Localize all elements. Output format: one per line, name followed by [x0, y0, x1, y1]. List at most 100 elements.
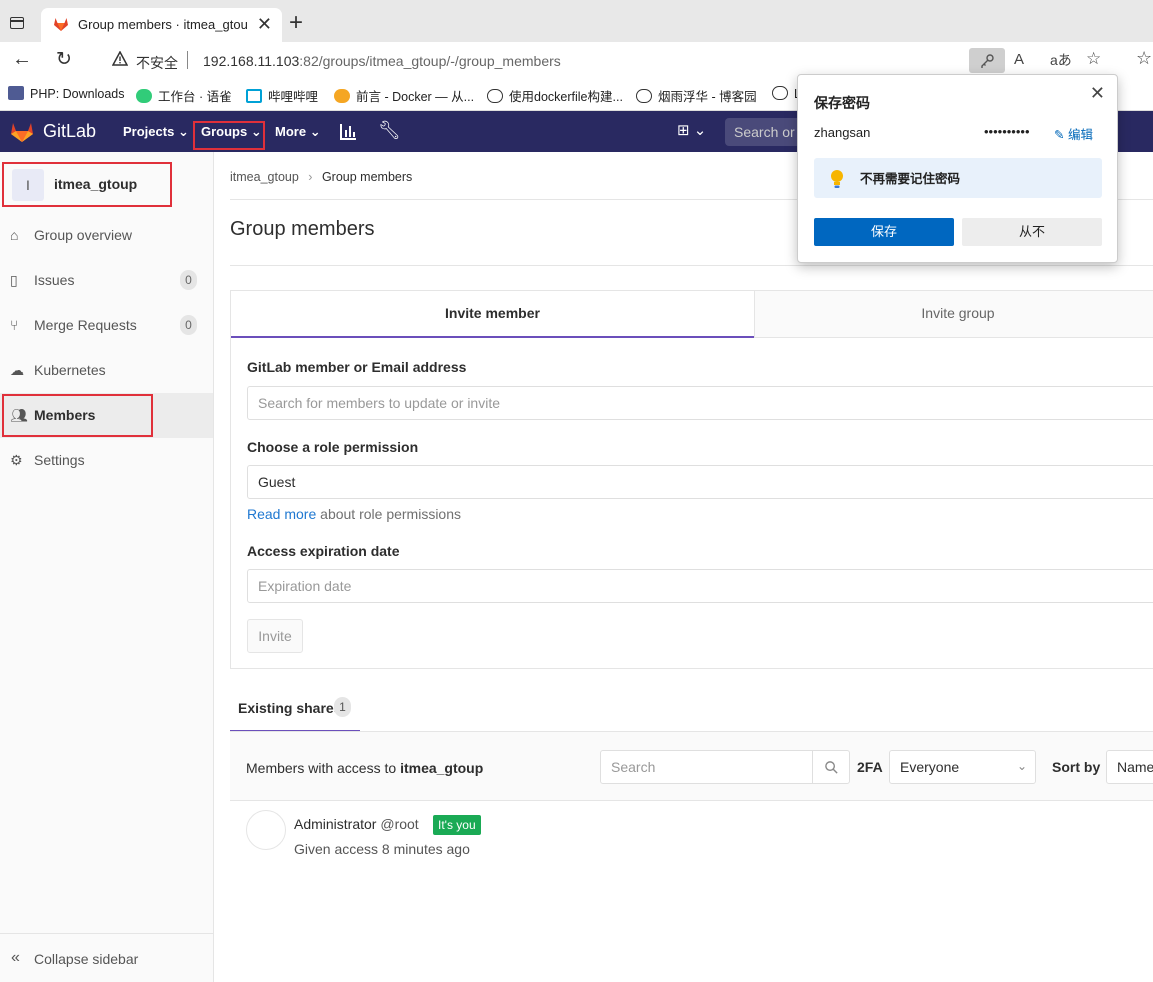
members-access-text: Members with access to itmea_gtoup — [246, 760, 484, 776]
sort-by-label: Sort by — [1052, 759, 1101, 775]
key-icon — [981, 54, 994, 68]
merge-request-icon: ⑂ — [10, 317, 19, 333]
bilibili-icon — [246, 89, 262, 103]
group-avatar: I — [12, 169, 44, 201]
collapse-sidebar-button[interactable]: « Collapse sidebar — [0, 933, 213, 982]
tab-title: Group members · itmea_gtoup · GitLab — [78, 17, 248, 32]
member-row: Administrator @root It's you Given acces… — [230, 801, 1153, 871]
tip-text[interactable]: 不再需要记住密码 — [860, 168, 960, 187]
bookmark-php[interactable]: PHP: Downloads — [8, 86, 125, 101]
translate-icon[interactable]: aあ — [1050, 50, 1072, 70]
edit-button[interactable]: ✎ 编辑 — [1054, 124, 1093, 143]
expiration-field-label: Access expiration date — [247, 543, 400, 559]
cnblogs-icon — [772, 86, 788, 100]
breadcrumb-separator-icon: › — [308, 170, 313, 184]
tab-close-icon[interactable]: ✕ — [257, 14, 272, 35]
never-save-button[interactable]: 从不 — [962, 218, 1102, 246]
favorites-icon[interactable]: ☆ — [1136, 48, 1152, 69]
shares-count-badge: 1 — [334, 697, 351, 717]
members-filter-bar: Members with access to itmea_gtoup Searc… — [230, 732, 1153, 801]
sidebar-item-kubernetes[interactable]: ☁︎ Kubernetes — [0, 348, 213, 393]
nav-projects[interactable]: Projects ⌄ — [123, 124, 189, 140]
twofa-filter-select[interactable]: Everyone ⌄ — [889, 750, 1036, 784]
global-search-input[interactable]: Search or jump to… — [725, 118, 805, 146]
new-item-icon[interactable]: ⊞ ⌄ — [677, 121, 706, 139]
twofa-label: 2FA — [857, 759, 883, 775]
rocket-icon — [334, 89, 350, 103]
favorite-add-icon[interactable]: ☆ — [1086, 49, 1101, 69]
back-icon[interactable]: ← — [12, 48, 32, 71]
browser-tabstrip: Group members · itmea_gtoup · GitLab ✕ + — [0, 0, 1153, 42]
sidebar-item-label: Merge Requests — [34, 317, 137, 333]
save-password-button[interactable]: 保存 — [814, 218, 954, 246]
sidebar-item-label: Kubernetes — [34, 362, 106, 378]
saved-username: zhangsan — [814, 125, 871, 140]
sidebar-item-group-overview[interactable]: ⌂ Group overview — [0, 213, 213, 258]
breadcrumb-current[interactable]: Group members — [322, 170, 412, 184]
bookmark-cnblogs[interactable]: 烟雨浮华 - 博客园 — [636, 86, 757, 105]
sidebar-item-issues[interactable]: ▯ Issues 0 — [0, 258, 213, 303]
yuque-icon — [136, 89, 152, 103]
bookmark-yuque[interactable]: 工作台 · 语雀 — [136, 86, 232, 105]
sort-select[interactable]: Name — [1106, 750, 1153, 784]
double-chevron-left-icon: « — [11, 949, 20, 966]
groups-highlight-box — [193, 121, 265, 150]
tab-existing-shares[interactable]: Existing shares 1 — [230, 690, 360, 732]
sidebar-item-settings[interactable]: ⚙︎ Settings — [0, 438, 213, 483]
new-tab-icon[interactable]: + — [289, 9, 303, 37]
php-icon — [8, 86, 24, 100]
invite-button[interactable]: Invite — [247, 619, 303, 653]
existing-shares-label: Existing shares — [238, 700, 342, 716]
search-icon — [825, 761, 838, 774]
sidebar: I itmea_gtoup ⌂ Group overview ▯ Issues … — [0, 152, 214, 982]
member-search-input[interactable]: Search for members to update or invite — [247, 386, 1153, 420]
cnblogs-icon — [636, 89, 652, 103]
url-text: 192.168.11.103:82/groups/itmea_gtoup/-/g… — [203, 53, 561, 69]
issues-icon: ▯ — [10, 272, 18, 288]
insecure-label: 不安全 — [136, 55, 178, 71]
gitlab-favicon-icon — [54, 18, 68, 31]
bookmark-docker[interactable]: 前言 - Docker — 从... — [334, 86, 474, 105]
group-name: itmea_gtoup — [54, 176, 138, 192]
members-search-button[interactable] — [812, 750, 850, 784]
tab-invite-member[interactable]: Invite member — [231, 291, 754, 338]
gitlab-brand[interactable]: GitLab — [43, 121, 96, 142]
cnblogs-icon — [487, 89, 503, 103]
address-separator — [187, 51, 188, 69]
close-icon[interactable]: ✕ — [1090, 83, 1105, 104]
sidebar-item-label: Settings — [34, 452, 85, 468]
avatar[interactable] — [246, 810, 286, 850]
sidebar-item-label: Group overview — [34, 227, 133, 243]
nav-more[interactable]: More ⌄ — [275, 124, 321, 140]
group-header[interactable]: I itmea_gtoup — [2, 162, 172, 207]
chevron-down-icon: ⌄ — [309, 124, 321, 139]
its-you-badge: It's you — [433, 815, 481, 835]
read-aloud-icon[interactable]: A — [1014, 51, 1024, 68]
tab-invite-group[interactable]: Invite group — [754, 291, 1153, 338]
breadcrumb: itmea_gtoup › Group members — [230, 170, 412, 184]
expiration-date-input[interactable]: Expiration date — [247, 569, 1153, 603]
breadcrumb-group-link[interactable]: itmea_gtoup — [230, 170, 299, 184]
refresh-icon[interactable]: ↻ — [56, 48, 72, 71]
filter-value: Everyone — [900, 759, 960, 775]
admin-wrench-icon[interactable]: 🔧︎ — [378, 120, 401, 141]
activity-chart-icon[interactable] — [340, 123, 357, 140]
password-key-button[interactable] — [969, 48, 1005, 73]
bookmark-dockerfile[interactable]: 使用dockerfile构建... — [487, 86, 623, 105]
sidebar-item-label: Issues — [34, 272, 75, 288]
save-password-popup: 保存密码 ✕ zhangsan •••••••••• ✎ 编辑 不再需要记住密码… — [797, 74, 1118, 263]
bookmark-bilibili[interactable]: 哔哩哔哩 — [246, 86, 318, 105]
browser-tab[interactable]: Group members · itmea_gtoup · GitLab ✕ — [41, 8, 282, 42]
read-more-link[interactable]: Read more — [247, 506, 316, 522]
window-menu-icon[interactable] — [10, 17, 24, 29]
page-title: Group members — [230, 218, 375, 240]
members-search-input[interactable]: Search — [600, 750, 813, 784]
sidebar-item-merge-requests[interactable]: ⑂ Merge Requests 0 — [0, 303, 213, 348]
member-name[interactable]: Administrator @root — [294, 816, 419, 832]
role-field-label: Choose a role permission — [247, 439, 419, 455]
gitlab-logo-icon[interactable] — [10, 121, 34, 143]
gear-icon: ⚙︎ — [10, 452, 23, 468]
invite-panel: Invite member Invite group GitLab member… — [230, 290, 1153, 669]
role-select[interactable]: Guest — [247, 465, 1153, 499]
address-bar[interactable]: 不安全 192.168.11.103:82/groups/itmea_gtoup… — [96, 45, 1116, 75]
